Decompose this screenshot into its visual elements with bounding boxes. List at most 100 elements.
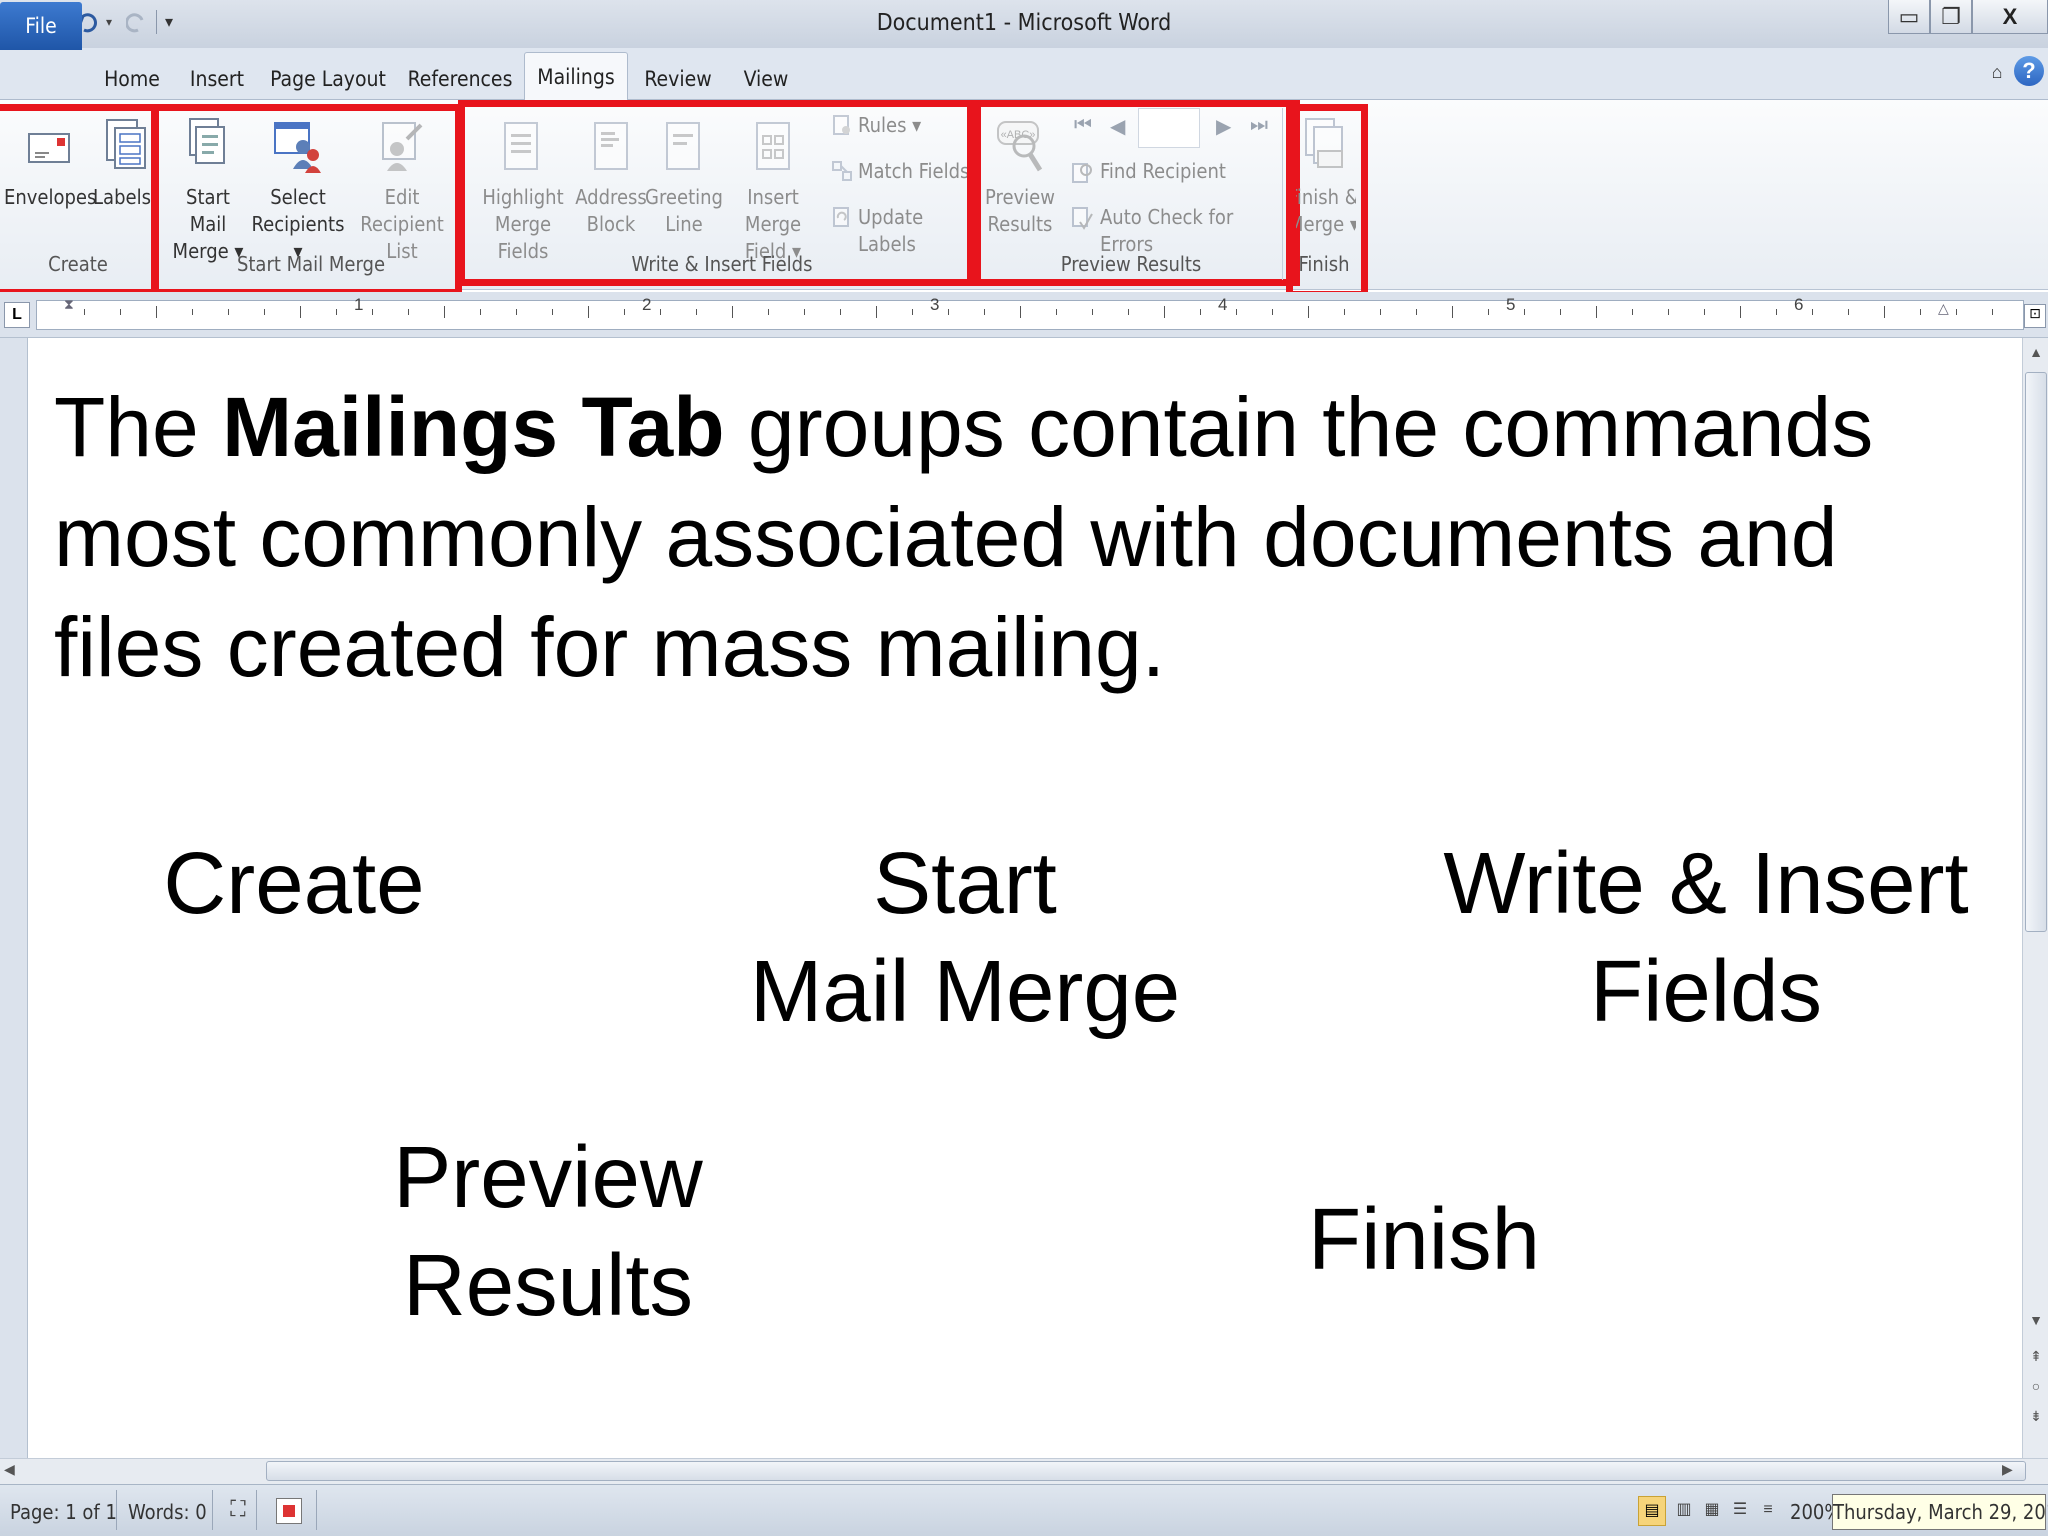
highlight-create-box	[0, 104, 158, 296]
term-start-line-2: Mail Merge	[749, 943, 1181, 1040]
ruler-tick	[120, 309, 121, 315]
ruler-tick	[804, 309, 805, 315]
tab-references[interactable]: References	[404, 58, 516, 100]
term-write-line-2: Fields	[1589, 943, 1823, 1040]
ruler-tick	[1452, 306, 1453, 318]
ribbon-collapse-icon[interactable]: ⌂	[1986, 62, 2008, 84]
web-layout-icon[interactable]: ▦	[1700, 1496, 1724, 1526]
highlight-write-insert-fields-box	[458, 100, 974, 286]
ruler-tick	[1236, 309, 1237, 315]
help-icon[interactable]: ?	[2014, 56, 2044, 86]
ruler-number: 6	[1794, 295, 1804, 314]
page-count[interactable]: Page: 1 of 1	[10, 1500, 117, 1524]
right-indent-marker-icon[interactable]: △	[1938, 300, 1952, 330]
previous-page-icon[interactable]: ⇞	[2025, 1348, 2047, 1368]
ruler-tick	[1668, 309, 1669, 315]
ruler-tick	[300, 306, 301, 318]
vertical-scrollbar[interactable]: ▲ ▼ ⇞ ○ ⇟	[2022, 338, 2048, 1458]
ruler-tick	[1344, 309, 1345, 315]
ruler-tick	[1128, 309, 1129, 315]
date-tooltip: Thursday, March 29, 2012	[1832, 1494, 2048, 1530]
ruler-tick	[588, 306, 589, 318]
status-separator	[316, 1490, 317, 1530]
tab-home[interactable]: Home	[98, 58, 166, 100]
ruler-tick	[840, 309, 841, 315]
restore-icon[interactable]: ❐	[1930, 0, 1972, 34]
tab-page-layout[interactable]: Page Layout	[270, 58, 386, 100]
ruler-tick	[264, 309, 265, 315]
tab-review[interactable]: Review	[640, 58, 716, 100]
select-browse-object-icon[interactable]: ○	[2025, 1378, 2047, 1398]
scroll-down-icon[interactable]: ▼	[2025, 1312, 2047, 1332]
ruler-number: 3	[930, 295, 940, 314]
ruler-tick	[1704, 309, 1705, 315]
draft-view-icon[interactable]: ≡	[1756, 1496, 1780, 1526]
ruler-strip	[36, 300, 2024, 330]
status-separator	[212, 1490, 213, 1530]
ruler-tick	[1884, 306, 1885, 318]
ribbon-mailings: Envelopes Labels Create Start Mail Merge…	[0, 100, 2048, 298]
ruler-number: 5	[1506, 295, 1516, 314]
window-title: Document1 - Microsoft Word	[876, 10, 1172, 36]
minimize-icon[interactable]: ▭	[1888, 0, 1930, 34]
highlight-preview-results-box	[974, 100, 1300, 286]
vertical-scroll-thumb[interactable]	[2025, 372, 2047, 932]
term-write-line-1: Write & Insert	[1443, 835, 1969, 932]
term-preview-line-2: Results	[402, 1237, 694, 1334]
horizontal-scrollbar[interactable]: ◀ ▶	[0, 1458, 2048, 1484]
horizontal-scroll-thumb[interactable]	[266, 1461, 2026, 1481]
ruler-tick	[552, 309, 553, 315]
intro-text-start: The	[54, 380, 223, 474]
ruler-tick	[984, 309, 985, 315]
ruler-tick	[1056, 309, 1057, 315]
full-screen-reading-icon[interactable]: ▥	[1672, 1496, 1696, 1526]
ruler-tick	[1596, 306, 1597, 318]
ruler-tick	[1272, 309, 1273, 315]
status-separator	[256, 1490, 257, 1530]
ruler-tick	[192, 309, 193, 315]
view-ruler-icon[interactable]: ⊡	[2024, 304, 2046, 328]
ruler-tick	[624, 309, 625, 315]
ruler-tick	[1308, 306, 1309, 318]
term-create: Create	[163, 835, 425, 932]
ruler-number: 4	[1218, 295, 1228, 314]
tab-view[interactable]: View	[732, 58, 800, 100]
intro-paragraph: The Mailings Tab groups contain the comm…	[54, 372, 1994, 702]
ruler-tick	[696, 309, 697, 315]
word-count[interactable]: Words: 0	[128, 1500, 207, 1524]
term-preview-results: Preview Results	[318, 1124, 778, 1340]
ruler-number: 2	[642, 295, 652, 314]
ruler-tick	[1740, 306, 1741, 318]
ruler-tick	[1200, 309, 1201, 315]
ruler-tick	[1164, 306, 1165, 318]
tab-file[interactable]: File	[0, 2, 82, 50]
ruler-tick	[444, 306, 445, 318]
ruler-tick	[1560, 309, 1561, 315]
ruler-tick	[768, 309, 769, 315]
highlight-finish-box	[1286, 104, 1368, 298]
tab-insert[interactable]: Insert	[182, 58, 252, 100]
tab-selector-icon[interactable]: L	[4, 302, 30, 328]
scroll-up-icon[interactable]: ▲	[2025, 344, 2047, 364]
term-start-line-1: Start	[873, 835, 1057, 932]
print-layout-view-icon[interactable]: ▤	[1638, 1496, 1666, 1526]
spelling-check-icon[interactable]: ⛶	[224, 1496, 252, 1524]
close-icon[interactable]: X	[1972, 0, 2048, 34]
scroll-right-icon[interactable]: ▶	[2002, 1461, 2022, 1481]
tab-mailings[interactable]: Mailings	[524, 52, 628, 101]
term-start-mail-merge: Start Mail Merge	[690, 830, 1240, 1046]
ruler-tick	[876, 306, 877, 318]
ruler-tick	[336, 309, 337, 315]
next-page-icon[interactable]: ⇟	[2025, 1408, 2047, 1428]
ruler-tick	[228, 309, 229, 315]
horizontal-ruler: L ⧗ 1 2 3 4 5 6 △ ⊡	[0, 292, 2048, 338]
ruler-tick	[84, 309, 85, 315]
term-finish: Finish	[1307, 1191, 1541, 1288]
indent-marker-icon[interactable]: ⧗	[64, 296, 78, 332]
ruler-tick	[732, 306, 733, 318]
macro-record-icon[interactable]	[276, 1498, 302, 1524]
scroll-left-icon[interactable]: ◀	[4, 1461, 24, 1481]
outline-view-icon[interactable]: ☰	[1728, 1496, 1752, 1526]
ruler-tick	[1020, 306, 1021, 318]
ruler-tick	[1488, 309, 1489, 315]
